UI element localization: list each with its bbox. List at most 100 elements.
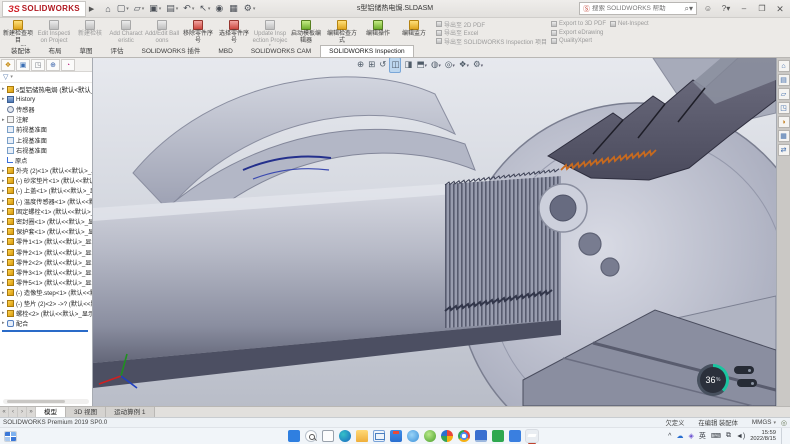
qat-button[interactable]: ↶▾	[181, 1, 196, 16]
feature-manager-tab[interactable]: ❖	[1, 59, 15, 71]
ribbon-button[interactable]: 编辑操作	[360, 18, 396, 46]
tree-item[interactable]: 传感器	[0, 104, 92, 114]
tree-item[interactable]: 外壳 (2)<1> (默认<<默认>_显示状	[0, 166, 92, 176]
tree-filter[interactable]: ▽ ▾	[0, 72, 92, 83]
taskbar-app[interactable]	[492, 430, 504, 442]
tray-icon[interactable]: ◄)	[736, 433, 745, 440]
view-tool-button[interactable]: ◎▾	[444, 58, 456, 72]
restore-button[interactable]: ❐	[755, 2, 769, 16]
view-tool-button[interactable]: ↺	[378, 58, 387, 72]
ribbon-button[interactable]: Update Inspection Project	[252, 18, 288, 46]
export-menu-item[interactable]: 导出至 2D PDF	[436, 20, 547, 29]
taskbar-app[interactable]	[475, 430, 487, 442]
qat-button[interactable]: ▣▾	[147, 1, 163, 16]
tree-item[interactable]: 前视基准面	[0, 125, 92, 135]
qat-button[interactable]: ⌂	[103, 1, 113, 16]
taskbar-app[interactable]	[509, 430, 521, 442]
export-menu-item[interactable]: Export eDrawing	[551, 29, 606, 38]
qat-button[interactable]: ◉	[213, 1, 226, 16]
export-menu-item[interactable]: 导出至 Excel	[436, 29, 547, 38]
close-button[interactable]: ✕	[773, 2, 787, 16]
taskbar-app[interactable]	[458, 430, 470, 442]
taskbar-app[interactable]	[441, 430, 453, 442]
rollback-bar[interactable]	[2, 330, 88, 332]
tab-nav-button[interactable]: »	[27, 407, 36, 417]
tray-icon[interactable]: ⧉	[726, 432, 731, 440]
tree-item[interactable]: 零件1<1> (默认<<默认>_显示状态	[0, 237, 92, 247]
view-tool-button[interactable]: ◍▾	[430, 58, 442, 72]
tree-item[interactable]: 零件2<2> (默认<<默认>_显示状态	[0, 257, 92, 267]
ribbon-tab[interactable]: MBD	[209, 45, 241, 57]
tray-icon[interactable]: ^	[668, 433, 671, 440]
tree-item[interactable]: (-) 砂浆垫片<1> (默认<<默认>_显	[0, 176, 92, 186]
view-tool-button[interactable]: ⊞	[367, 58, 376, 72]
document-tab[interactable]: 运动算例 1	[106, 407, 154, 417]
qat-button[interactable]: ▦	[227, 1, 241, 16]
ribbon-button[interactable]: 编辑监方	[396, 18, 432, 46]
search-input[interactable]	[592, 5, 685, 12]
tree-item[interactable]: 零件5<1> (默认<<默认>_显示状态	[0, 278, 92, 288]
ribbon-tab[interactable]: 评估	[102, 42, 133, 57]
task-pane-button[interactable]: ▦	[778, 130, 790, 142]
ribbon-tab[interactable]: 装配体	[2, 42, 40, 57]
view-tool-button[interactable]: ⊕	[356, 58, 365, 72]
view-tool-button[interactable]: ⚙▾	[472, 58, 484, 72]
qat-button[interactable]: ▢▾	[115, 1, 131, 16]
task-pane-button[interactable]: ◳	[778, 102, 790, 114]
help-button[interactable]: ?▾	[719, 2, 733, 16]
tray-icon[interactable]: ◈	[688, 432, 693, 440]
ribbon-tab[interactable]: 布局	[40, 42, 71, 57]
tab-nav-button[interactable]: ‹	[9, 407, 18, 417]
qat-button[interactable]: ▤▾	[164, 1, 180, 16]
taskbar-app[interactable]	[356, 430, 368, 442]
taskbar-app[interactable]	[305, 430, 317, 442]
tree-item[interactable]: (-) 温度传感器<1> (默认<<默认>_	[0, 196, 92, 206]
qat-button[interactable]: ↖▾	[197, 1, 212, 16]
feature-manager-tab[interactable]: ◔	[61, 59, 75, 71]
tab-nav-button[interactable]: «	[0, 407, 9, 417]
export-menu-item[interactable]: Export to 3D PDF	[551, 20, 606, 29]
tree-item[interactable]: 原点	[0, 155, 92, 165]
view-tool-button[interactable]: ❖▾	[458, 58, 470, 72]
tray-icon[interactable]: 英	[699, 431, 706, 441]
ribbon-tab[interactable]: SOLIDWORKS CAM	[242, 45, 320, 57]
document-tab[interactable]: 模型	[36, 407, 66, 417]
task-pane-button[interactable]: ◑	[778, 116, 790, 128]
taskbar-app[interactable]	[526, 430, 538, 442]
tree-item[interactable]: 密封圈<1> (默认<<默认>_显示状	[0, 216, 92, 226]
search-icon[interactable]: ⌕▾	[685, 4, 694, 14]
tree-item[interactable]: (-) 垫片 (2)<2> ->? (默认<<默认>	[0, 298, 92, 308]
tree-item[interactable]: 零件2<1> (默认<<默认>_显示状态	[0, 247, 92, 257]
tree-item[interactable]: 固定螺栓<1> (默认<<默认>_显示状	[0, 206, 92, 216]
feature-manager-tab[interactable]: ⊕	[46, 59, 60, 71]
tree-item[interactable]: 上视基准面	[0, 135, 92, 145]
taskbar-clock[interactable]: 15:59 2022/8/15	[750, 430, 776, 443]
ribbon-tab[interactable]: 草图	[71, 42, 102, 57]
help-search-box[interactable]: Ⓢ ⌕▾	[579, 2, 697, 15]
graphics-viewport[interactable]: ⊕ ⊞ ↺ ◫ ◨ ⬒▾ ◍▾ ◎▾ ❖▾ ⚙▾	[93, 58, 776, 406]
widgets-button[interactable]	[4, 431, 17, 442]
tray-icon[interactable]: ☁	[676, 432, 683, 440]
tree-item[interactable]: 保护套<1> (默认<<默认>_显示状	[0, 227, 92, 237]
ribbon-tab[interactable]: SOLIDWORKS Inspection	[320, 45, 414, 57]
view-tool-button[interactable]: ◨	[403, 58, 413, 72]
ribbon-tab[interactable]: SOLIDWORKS 插件	[133, 42, 210, 57]
taskbar-app[interactable]	[339, 430, 351, 442]
taskbar-app[interactable]	[390, 430, 402, 442]
tree-root-node[interactable]: s型铝储热电焗 (默认<默认_显示状态-1>	[0, 84, 92, 94]
feature-manager-tab[interactable]: ◳	[31, 59, 45, 71]
menu-flyout-icon[interactable]: ▶	[89, 5, 94, 13]
tree-item[interactable]: History	[0, 94, 92, 104]
ribbon-button[interactable]: 选择零件序号	[216, 18, 252, 46]
tree-item[interactable]: 螺栓<2> (默认<<默认>_显示状态	[0, 308, 92, 318]
tree-item[interactable]: (-) 造像垫.step<1> (默认<<默认>	[0, 288, 92, 298]
tree-item[interactable]: 右视基准面	[0, 145, 92, 155]
show-desktop-button[interactable]	[781, 428, 784, 444]
view-tool-button[interactable]: ⬒▾	[415, 58, 428, 72]
export-menu-item[interactable]: 导出至 SOLIDWORKS Inspection 项目	[436, 37, 547, 46]
taskbar-app[interactable]	[288, 430, 300, 442]
feature-manager-tab[interactable]: ▣	[16, 59, 30, 71]
tree-item[interactable]: 注解	[0, 115, 92, 125]
task-pane-button[interactable]: ▤	[778, 74, 790, 86]
tree-item[interactable]: 配合	[0, 318, 92, 328]
